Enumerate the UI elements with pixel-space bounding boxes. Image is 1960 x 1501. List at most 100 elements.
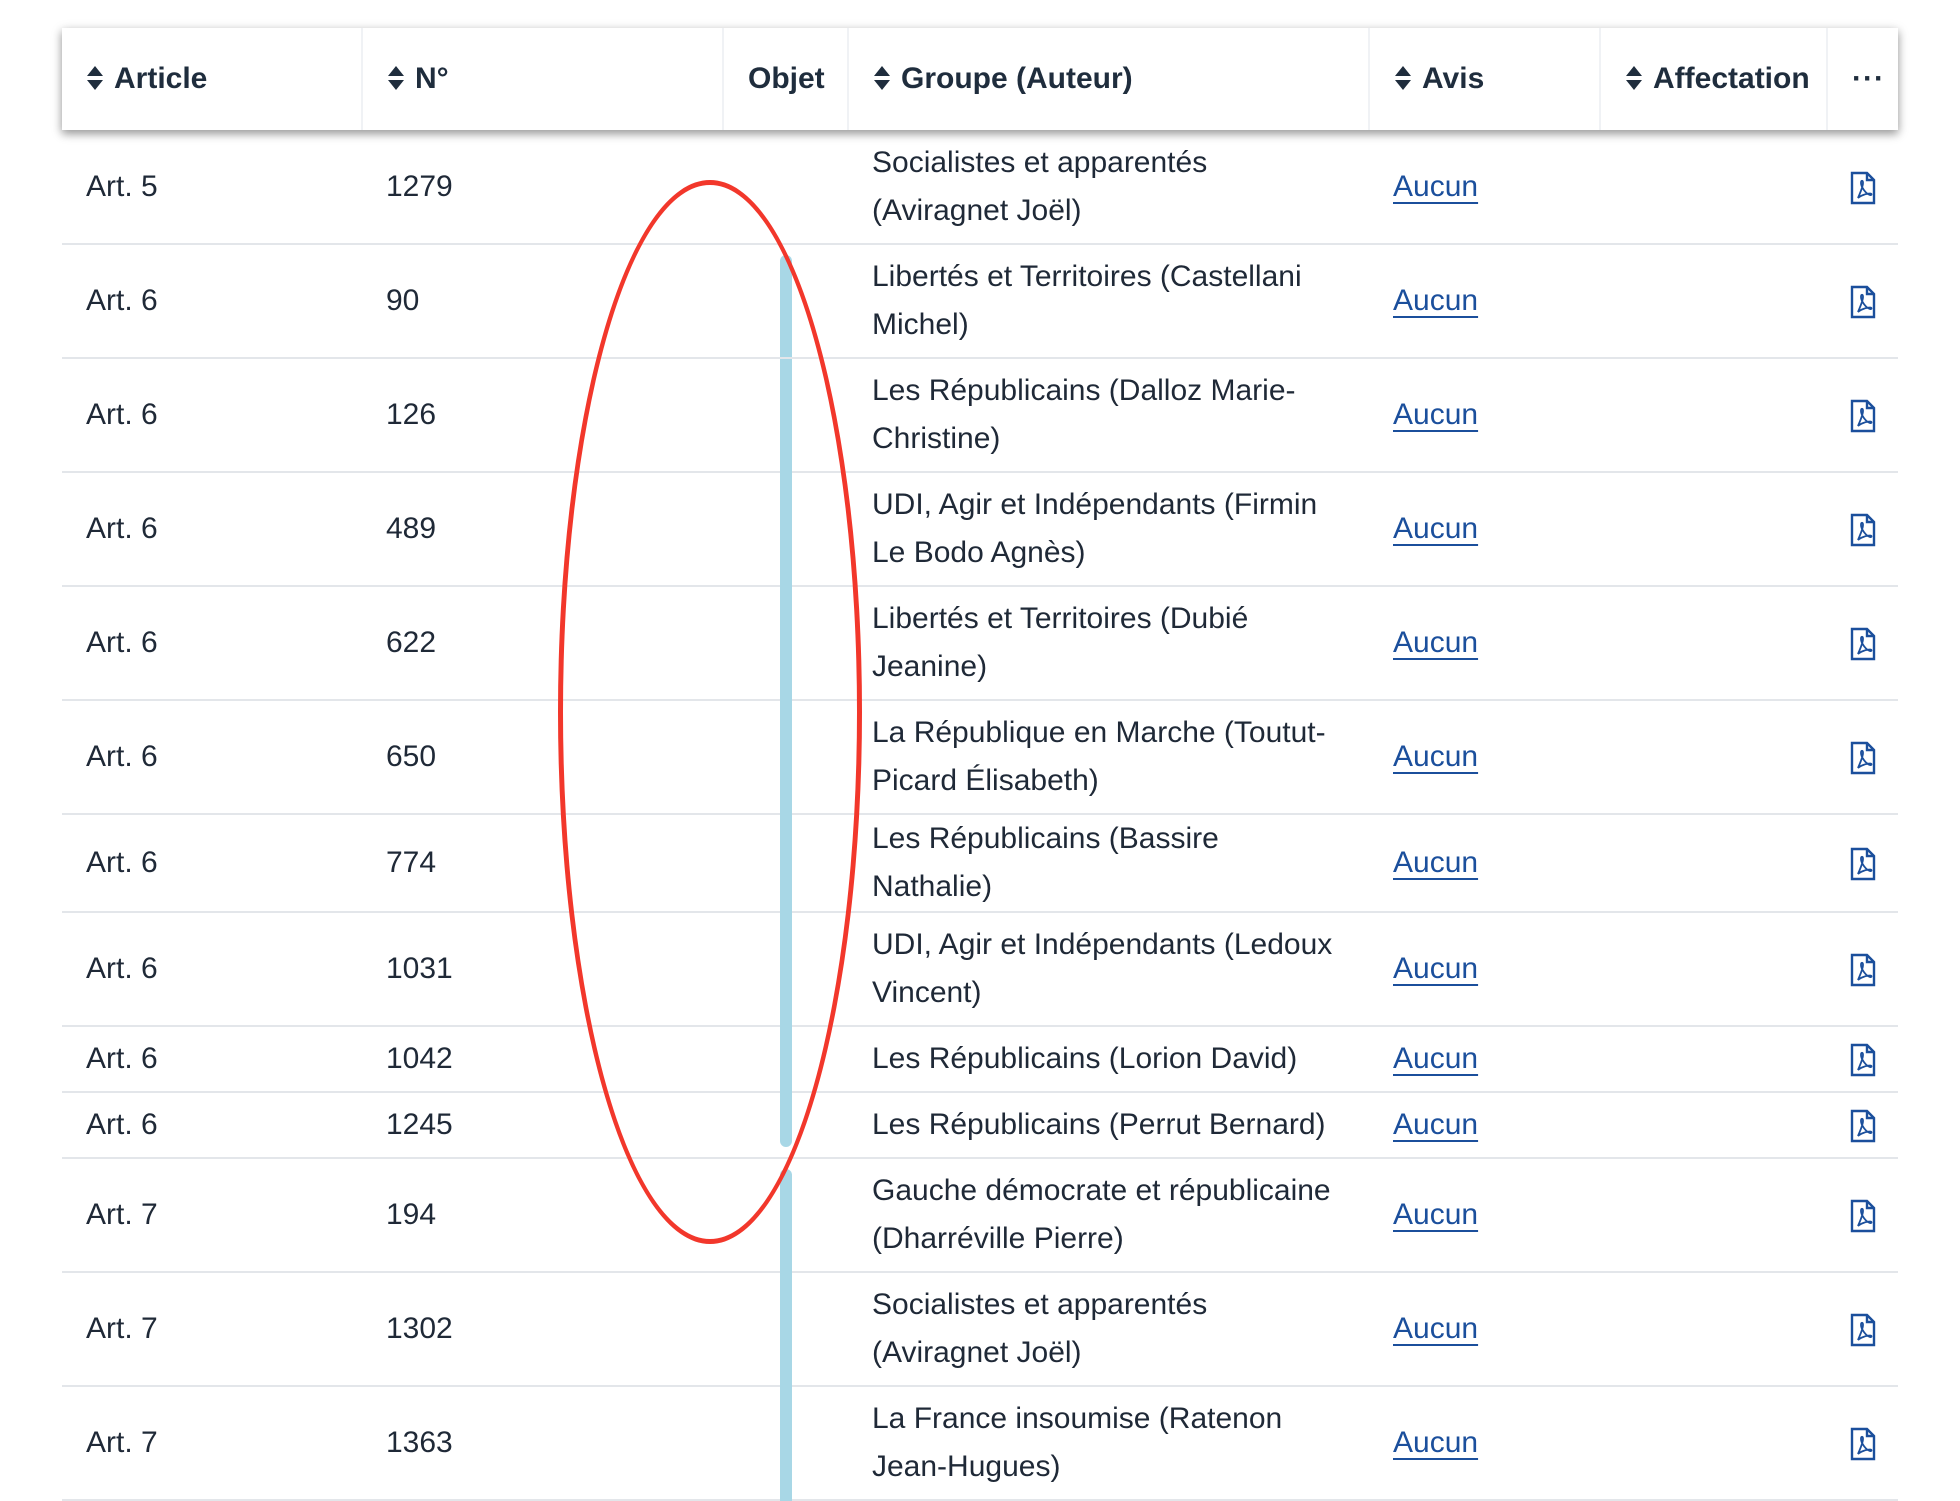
cell-groupe: Les Républicains (Lorion David) bbox=[848, 1026, 1369, 1093]
table-row: Art. 6 90 Libertés et Territoires (Caste… bbox=[62, 244, 1898, 359]
avis-link[interactable]: Aucun bbox=[1393, 512, 1478, 545]
cell-article: Art. 7 bbox=[62, 1272, 362, 1387]
cell-groupe: Socialistes et apparentés (Aviragnet Joë… bbox=[848, 130, 1369, 245]
cell-avis: Aucun bbox=[1369, 1386, 1600, 1501]
cell-affectation bbox=[1600, 1092, 1827, 1159]
cell-pdf bbox=[1827, 912, 1898, 1027]
cell-affectation bbox=[1600, 700, 1827, 815]
column-header-numero[interactable]: N° bbox=[362, 28, 724, 130]
pdf-icon[interactable] bbox=[1849, 847, 1877, 881]
table-row: Art. 6 622 Libertés et Territoires (Dubi… bbox=[62, 586, 1898, 701]
cell-groupe: Les Républicains (Dalloz Marie-Christine… bbox=[848, 358, 1369, 473]
cell-numero: 774 bbox=[362, 814, 723, 913]
cell-groupe: La République en Marche (Toutut-Picard É… bbox=[848, 700, 1369, 815]
cell-pdf bbox=[1827, 1158, 1898, 1273]
pdf-icon[interactable] bbox=[1849, 953, 1877, 987]
cell-numero: 1031 bbox=[362, 912, 723, 1027]
cell-objet bbox=[723, 814, 848, 913]
cell-article: Art. 5 bbox=[62, 130, 362, 245]
pdf-icon[interactable] bbox=[1849, 741, 1877, 775]
avis-link[interactable]: Aucun bbox=[1393, 740, 1478, 773]
column-header-groupe[interactable]: Groupe (Auteur) bbox=[848, 28, 1370, 130]
avis-link[interactable]: Aucun bbox=[1393, 952, 1478, 985]
cell-article: Art. 7 bbox=[62, 1158, 362, 1273]
pdf-icon[interactable] bbox=[1849, 399, 1877, 433]
avis-link[interactable]: Aucun bbox=[1393, 284, 1478, 317]
avis-link[interactable]: Aucun bbox=[1393, 1108, 1478, 1141]
column-header-article-label: Article bbox=[114, 62, 208, 95]
pdf-icon[interactable] bbox=[1849, 1109, 1877, 1143]
cell-article: Art. 6 bbox=[62, 1026, 362, 1093]
cell-objet bbox=[723, 1386, 848, 1501]
cell-numero: 1042 bbox=[362, 1026, 723, 1093]
pdf-icon[interactable] bbox=[1849, 171, 1877, 205]
amendments-table-container: Article N° Objet Groupe (Auteur) Avis Af… bbox=[62, 28, 1898, 1501]
cell-objet bbox=[723, 1272, 848, 1387]
cell-avis: Aucun bbox=[1369, 358, 1600, 473]
objet-bar bbox=[779, 1093, 792, 1147]
column-header-avis[interactable]: Avis bbox=[1369, 28, 1601, 130]
cell-objet bbox=[723, 912, 848, 1027]
cell-pdf bbox=[1827, 1092, 1898, 1159]
cell-pdf bbox=[1827, 814, 1898, 913]
cell-affectation bbox=[1600, 358, 1827, 473]
cell-affectation bbox=[1600, 1026, 1827, 1093]
cell-affectation bbox=[1600, 586, 1827, 701]
sort-icon bbox=[388, 66, 404, 90]
table-row: Art. 6 1042 Les Républicains (Lorion Dav… bbox=[62, 1026, 1898, 1093]
objet-bar bbox=[779, 473, 792, 587]
cell-avis: Aucun bbox=[1369, 586, 1600, 701]
cell-objet bbox=[723, 244, 848, 359]
cell-objet bbox=[723, 1092, 848, 1159]
cell-avis: Aucun bbox=[1369, 912, 1600, 1027]
cell-affectation bbox=[1600, 1158, 1827, 1273]
cell-numero: 650 bbox=[362, 700, 723, 815]
avis-link[interactable]: Aucun bbox=[1393, 846, 1478, 879]
cell-objet bbox=[723, 1026, 848, 1093]
cell-groupe: La France insoumise (Ratenon Jean-Hugues… bbox=[848, 1386, 1369, 1501]
avis-link[interactable]: Aucun bbox=[1393, 1198, 1478, 1231]
cell-groupe: Les Républicains (Perrut Bernard) bbox=[848, 1092, 1369, 1159]
column-header-affectation[interactable]: Affectation bbox=[1600, 28, 1828, 130]
pdf-icon[interactable] bbox=[1849, 513, 1877, 547]
cell-article: Art. 6 bbox=[62, 700, 362, 815]
cell-numero: 1302 bbox=[362, 1272, 723, 1387]
table-row: Art. 7 194 Gauche démocrate et républica… bbox=[62, 1158, 1898, 1273]
pdf-icon[interactable] bbox=[1849, 1313, 1877, 1347]
more-options-button[interactable]: ··· bbox=[1827, 28, 1898, 130]
avis-link[interactable]: Aucun bbox=[1393, 1312, 1478, 1345]
column-header-objet-label: Objet bbox=[748, 62, 825, 95]
cell-numero: 194 bbox=[362, 1158, 723, 1273]
pdf-icon[interactable] bbox=[1849, 1043, 1877, 1077]
cell-article: Art. 6 bbox=[62, 358, 362, 473]
table-row: Art. 6 1031 UDI, Agir et Indépendants (L… bbox=[62, 912, 1898, 1027]
avis-link[interactable]: Aucun bbox=[1393, 1042, 1478, 1075]
pdf-icon[interactable] bbox=[1849, 1199, 1877, 1233]
avis-link[interactable]: Aucun bbox=[1393, 398, 1478, 431]
objet-bar bbox=[779, 701, 792, 815]
cell-objet bbox=[723, 586, 848, 701]
sort-icon bbox=[874, 66, 890, 90]
column-header-article[interactable]: Article bbox=[62, 28, 363, 130]
pdf-icon[interactable] bbox=[1849, 627, 1877, 661]
avis-link[interactable]: Aucun bbox=[1393, 626, 1478, 659]
table-row: Art. 6 126 Les Républicains (Dalloz Mari… bbox=[62, 358, 1898, 473]
column-header-groupe-label: Groupe (Auteur) bbox=[901, 62, 1133, 95]
cell-avis: Aucun bbox=[1369, 1092, 1600, 1159]
cell-groupe: Socialistes et apparentés (Aviragnet Joë… bbox=[848, 1272, 1369, 1387]
cell-pdf bbox=[1827, 586, 1898, 701]
cell-pdf bbox=[1827, 358, 1898, 473]
cell-groupe: UDI, Agir et Indépendants (Firmin Le Bod… bbox=[848, 472, 1369, 587]
cell-affectation bbox=[1600, 814, 1827, 913]
cell-objet bbox=[723, 1158, 848, 1273]
objet-bar bbox=[779, 255, 792, 357]
cell-article: Art. 6 bbox=[62, 912, 362, 1027]
cell-pdf bbox=[1827, 1272, 1898, 1387]
column-header-avis-label: Avis bbox=[1422, 62, 1485, 95]
cell-article: Art. 6 bbox=[62, 472, 362, 587]
avis-link[interactable]: Aucun bbox=[1393, 1426, 1478, 1459]
pdf-icon[interactable] bbox=[1849, 285, 1877, 319]
cell-avis: Aucun bbox=[1369, 130, 1600, 245]
avis-link[interactable]: Aucun bbox=[1393, 170, 1478, 203]
pdf-icon[interactable] bbox=[1849, 1427, 1877, 1461]
